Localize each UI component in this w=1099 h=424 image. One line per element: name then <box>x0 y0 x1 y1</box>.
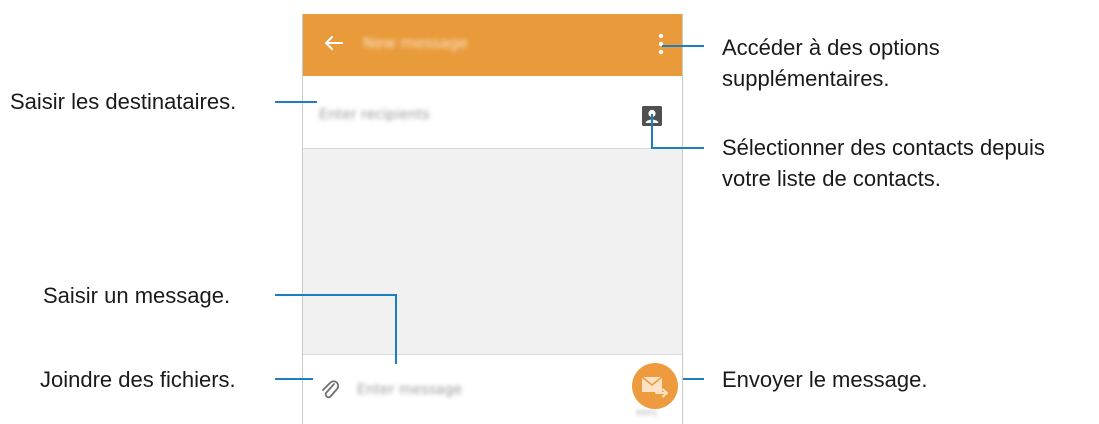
app-toolbar: New message <box>303 14 682 76</box>
recipients-row: Enter recipients <box>303 76 682 149</box>
send-type-label: MMS <box>636 409 658 419</box>
annotation-contacts: Sélectionner des contacts depuis votre l… <box>722 135 1045 191</box>
message-input[interactable]: Enter message <box>357 382 462 398</box>
phone-screen: New message Enter recipients Enter messa… <box>302 14 683 424</box>
annotation-recipients: Saisir les destinataires. <box>10 89 237 114</box>
annotation-more-options: Accéder à des options supplémentaires. <box>722 35 940 91</box>
send-message-icon[interactable] <box>632 363 678 409</box>
toolbar-title: New message <box>363 34 468 52</box>
paperclip-icon[interactable] <box>317 377 343 403</box>
annotation-send: Envoyer le message. <box>722 367 928 392</box>
annotation-message: Saisir un message. <box>43 283 231 308</box>
message-composer: Enter message MMS <box>303 354 682 424</box>
annotation-attach: Joindre des fichiers. <box>40 367 236 392</box>
recipients-input[interactable]: Enter recipients <box>319 107 430 123</box>
arrow-left-icon[interactable] <box>321 30 347 56</box>
